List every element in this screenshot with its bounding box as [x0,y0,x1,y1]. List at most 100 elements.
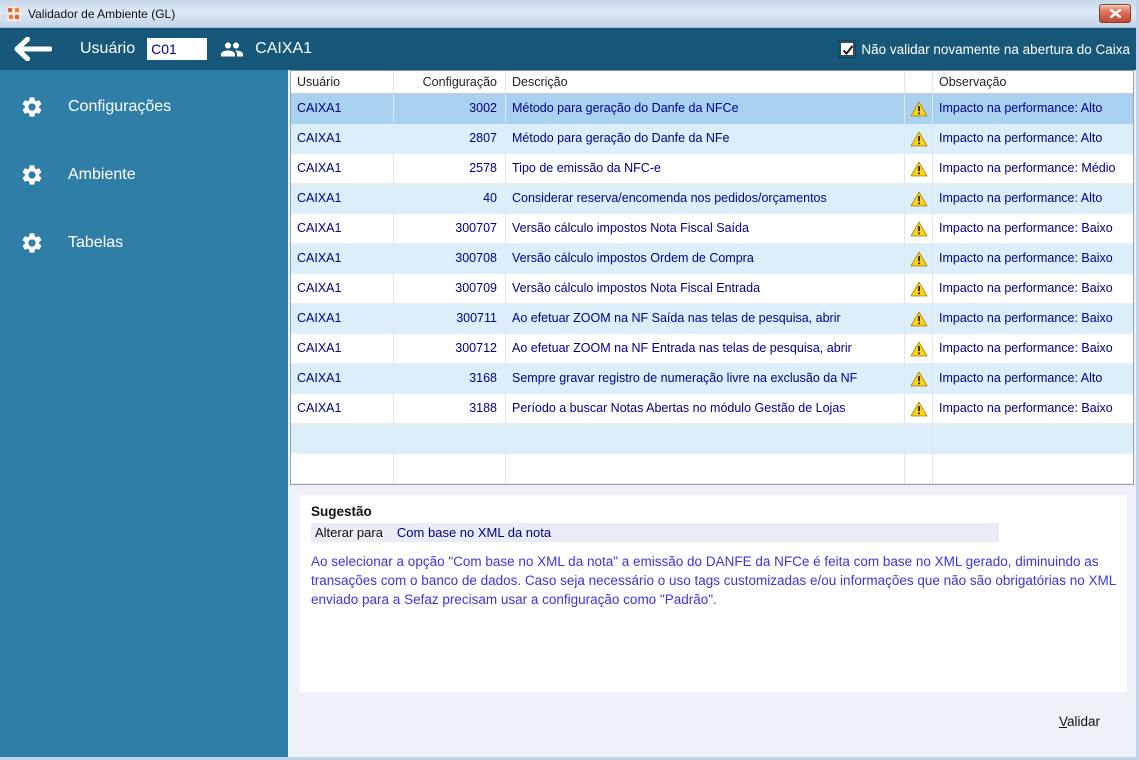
sidebar-item-label: Tabelas [68,234,124,251]
cell-descricao: Ao efetuar ZOOM na NF Entrada nas telas … [506,334,905,364]
cell-icon [905,184,933,214]
gear-icon [22,165,42,185]
cell-configuracao: 3188 [394,394,506,424]
cell-observacao: Impacto na performance: Alto [939,101,1103,115]
cell-usuario: CAIXA1 [291,334,394,364]
gear-icon [22,97,42,117]
cell-observacao: Impacto na performance: Alto [939,131,1103,145]
cell-icon [905,154,933,184]
col-header-configuracao[interactable]: Configuração [394,71,506,93]
table-row[interactable]: CAIXA1 2578 Tipo de emissão da NFC-e Imp… [291,154,1133,184]
user-code-input[interactable] [147,38,208,60]
cell-configuracao: 300712 [394,334,506,364]
cell-configuracao: 2578 [394,154,506,184]
cell-configuracao: 3002 [394,94,506,124]
header-band: Usuário CAIXA1 Não validar novamente na … [0,28,1136,70]
cell-descricao: Tipo de emissão da NFC-e [506,154,905,184]
validate-again-option[interactable]: Não validar novamente na abertura do Cai… [838,28,1130,70]
cell-descricao: Período a buscar Notas Abertas no módulo… [506,394,905,424]
col-header-descricao[interactable]: Descrição [506,71,905,93]
cell-observacao: Impacto na performance: Baixo [933,214,1133,244]
cell-observacao: Impacto na performance: Médio [933,154,1133,184]
cell-usuario: CAIXA1 [291,214,394,244]
window-title: Validador de Ambiente (GL) [28,6,176,21]
table-row[interactable]: CAIXA1 300711 Ao efetuar ZOOM na NF Saíd… [291,304,1133,334]
table-row[interactable]: CAIXA1 300707 Versão cálculo impostos No… [291,214,1133,244]
cell-observacao [933,424,1133,454]
check-icon [843,45,854,55]
cell-descricao: Sempre gravar registro de numeração livr… [506,364,905,394]
cell-configuracao [394,454,506,484]
cell-descricao [506,454,905,484]
cell-usuario: CAIXA1 [291,154,394,184]
warning-icon [910,221,927,236]
table-row[interactable]: CAIXA1 3002 Método para geração do Danfe… [291,94,1133,124]
main-area: Usuário Configuração Descrição Observaçã… [288,70,1136,757]
table-row[interactable] [291,454,1133,484]
cell-observacao [933,454,1133,484]
warning-icon [910,101,927,117]
back-arrow-icon[interactable] [12,37,52,61]
table-row[interactable] [291,424,1133,454]
table-row[interactable]: CAIXA1 2807 Método para geração do Danfe… [291,124,1133,154]
col-header-icon [905,71,933,93]
warning-icon [910,191,927,207]
cell-usuario [291,424,394,454]
cell-usuario: CAIXA1 [291,124,394,154]
config-table: Usuário Configuração Descrição Observaçã… [290,70,1134,485]
cell-icon [905,454,933,484]
sidebar-item-configuracoes[interactable]: Configurações [0,92,288,122]
user-label: Usuário [80,40,136,57]
cell-configuracao: 2807 [394,124,506,154]
col-header-observacao[interactable]: Observação [933,71,1133,93]
cell-icon [905,394,933,424]
sidebar-item-ambiente[interactable]: Ambiente [0,160,288,190]
cell-descricao: Ao efetuar ZOOM na NF Saída nas telas de… [506,304,905,334]
suggestion-change-row: Alterar para Com base no XML da nota [311,523,999,542]
cell-observacao: Impacto na performance: Alto [939,191,1103,205]
table-row[interactable]: CAIXA1 3168 Sempre gravar registro de nu… [291,364,1133,394]
suggestion-panel: Sugestão Alterar para Com base no XML da… [300,495,1127,692]
sidebar-item-label: Ambiente [68,166,136,183]
table-row[interactable]: CAIXA1 300712 Ao efetuar ZOOM na NF Entr… [291,334,1133,364]
cell-icon [905,244,933,274]
cell-icon [905,364,933,394]
warning-icon [910,251,927,267]
cell-configuracao: 3168 [394,364,506,394]
cell-usuario: CAIXA1 [291,364,394,394]
cell-icon [905,274,933,304]
app-window: Validador de Ambiente (GL) Usuário CAIXA… [0,0,1139,760]
table-row[interactable]: CAIXA1 3188 Período a buscar Notas Abert… [291,394,1133,424]
warning-icon [910,311,927,327]
gear-icon [22,233,42,253]
warning-icon [910,401,927,416]
table-header: Usuário Configuração Descrição Observaçã… [291,71,1133,94]
cell-configuracao: 40 [394,184,506,214]
validate-button[interactable]: Validar [1059,714,1100,729]
cell-configuracao: 300708 [394,244,506,274]
title-bar: Validador de Ambiente (GL) [0,0,1136,28]
table-row[interactable]: CAIXA1 300708 Versão cálculo impostos Or… [291,244,1133,274]
cell-icon [905,94,933,124]
table-row[interactable]: CAIXA1 40 Considerar reserva/encomenda n… [291,184,1133,214]
sidebar-item-label: Configurações [68,98,172,115]
validate-again-label: Não validar novamente na abertura do Cai… [861,41,1130,57]
cell-descricao: Versão cálculo impostos Ordem de Compra [506,244,905,274]
close-button[interactable] [1099,4,1131,23]
close-icon [1109,9,1121,18]
cell-observacao: Impacto na performance: Baixo [939,251,1113,265]
warning-icon [910,281,927,296]
warning-icon [910,161,927,176]
suggestion-description: Ao selecionar a opção "Com base no XML d… [311,554,1116,607]
sidebar-item-tabelas[interactable]: Tabelas [0,228,288,258]
cell-icon [905,214,933,244]
table-row[interactable]: CAIXA1 300709 Versão cálculo impostos No… [291,274,1133,304]
cell-descricao: Método para geração do Danfe da NFe [506,124,905,154]
cell-configuracao: 300709 [394,274,506,304]
validate-again-checkbox[interactable] [838,40,857,58]
cell-observacao: Impacto na performance: Baixo [933,274,1133,304]
col-header-usuario[interactable]: Usuário [291,71,394,93]
cell-icon [905,304,933,334]
app-icon [7,6,21,21]
change-to-value: Com base no XML da nota [396,525,552,540]
